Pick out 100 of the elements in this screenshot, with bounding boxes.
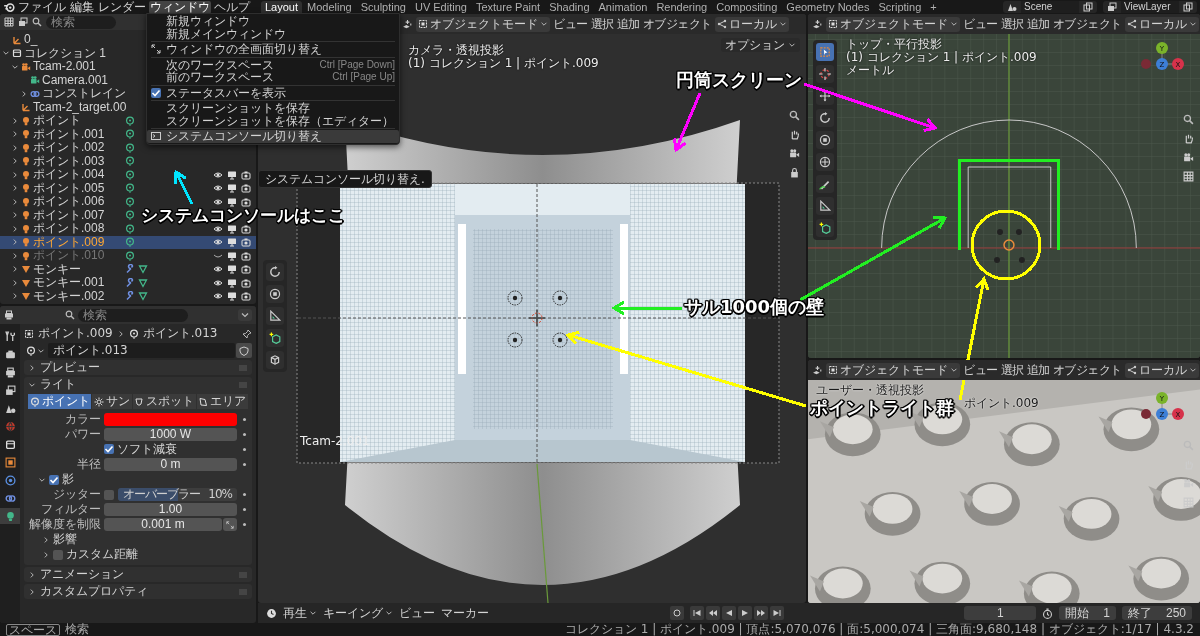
wrench-icon[interactable] xyxy=(125,277,135,288)
menu-item[interactable]: 選択 xyxy=(1000,16,1024,32)
number-field[interactable]: 0 m xyxy=(104,458,237,471)
image-icon[interactable] xyxy=(18,17,28,27)
keyframe-dot[interactable] xyxy=(242,433,246,436)
checkbox[interactable] xyxy=(104,489,114,500)
options-dropdown[interactable]: オプション xyxy=(721,38,800,52)
monitor-icon[interactable] xyxy=(227,196,237,207)
copy-icon[interactable] xyxy=(1183,2,1193,12)
light-data-icon[interactable] xyxy=(125,223,135,234)
chevron-icon[interactable] xyxy=(42,535,50,544)
object-name[interactable]: ポイント.008 xyxy=(33,222,105,236)
menu-item[interactable]: ビュー xyxy=(399,605,435,621)
eye-icon[interactable] xyxy=(213,291,223,302)
light-type-tab[interactable]: エリア xyxy=(196,394,248,409)
object-name[interactable]: ポイント.009 xyxy=(33,235,105,249)
number-field[interactable]: 0.001 m xyxy=(104,518,222,531)
monitor-icon[interactable] xyxy=(227,250,237,261)
tool-button[interactable] xyxy=(266,351,284,369)
checkbox[interactable] xyxy=(104,444,114,455)
playback-button[interactable] xyxy=(769,606,784,620)
playback-button[interactable] xyxy=(721,606,736,620)
menu-entry[interactable]: スクリーンショットを保存（エディター） xyxy=(147,114,399,127)
menu-entry[interactable]: システムコンソール切り替え xyxy=(147,130,399,143)
end-frame-field[interactable]: 終了 250 xyxy=(1121,606,1192,620)
object-name[interactable]: 0_ xyxy=(24,33,38,47)
menu-entry[interactable]: 前のワークスペース Ctrl [Page Up] xyxy=(147,71,399,84)
keyframe-dot[interactable] xyxy=(242,418,246,421)
checkbox[interactable] xyxy=(49,474,59,485)
menu-entry[interactable]: 次のワークスペース Ctrl [Page Down] xyxy=(147,58,399,71)
eye-icon[interactable] xyxy=(213,237,223,248)
monitor-icon[interactable] xyxy=(227,237,237,248)
pivot-dropdown[interactable]: ローカル xyxy=(1124,16,1199,32)
editor-type-icon[interactable] xyxy=(4,310,14,320)
workspace-tab[interactable]: Modeling xyxy=(303,0,356,14)
monitor-icon[interactable] xyxy=(227,264,237,275)
logo-icon[interactable] xyxy=(3,1,15,13)
color-swatch[interactable] xyxy=(104,413,237,426)
tool-button[interactable] xyxy=(816,197,834,215)
chevron-icon[interactable] xyxy=(11,292,19,301)
workspace-tab[interactable]: Compositing xyxy=(712,0,782,14)
number-field[interactable]: 1.00 xyxy=(104,503,237,516)
menu-item[interactable]: レンダー xyxy=(97,0,147,14)
workspace-tab[interactable]: Shading xyxy=(545,0,594,14)
slider[interactable]: オーバーブラー 10% xyxy=(118,488,237,501)
light-data-icon[interactable] xyxy=(125,237,135,248)
object-name[interactable]: モンキー xyxy=(33,262,81,276)
light-data-icon[interactable] xyxy=(125,115,135,126)
keyframe-dot[interactable] xyxy=(242,523,246,526)
menu-item[interactable]: マーカー xyxy=(441,605,489,621)
chevron-icon[interactable] xyxy=(11,143,19,152)
eye-icon[interactable] xyxy=(213,223,223,234)
monitor-icon[interactable] xyxy=(227,291,237,302)
light-data-icon[interactable] xyxy=(125,169,135,180)
keyframe-dot[interactable] xyxy=(242,508,246,511)
dropdown-button[interactable] xyxy=(238,309,252,321)
tool-button[interactable] xyxy=(266,263,284,281)
workspace-tab[interactable]: Scripting xyxy=(874,0,926,14)
playback-button[interactable] xyxy=(705,606,720,620)
menu-entry[interactable]: スクリーンショットを保存 xyxy=(147,102,399,115)
menu-item[interactable]: 編集 xyxy=(69,0,95,14)
pivot-dropdown[interactable]: ローカル xyxy=(1124,362,1199,378)
chevron-icon[interactable] xyxy=(11,116,19,125)
keyframe-dot[interactable] xyxy=(242,463,246,466)
triangle-icon[interactable] xyxy=(138,291,148,302)
tool-button[interactable] xyxy=(266,285,284,303)
chevron-icon[interactable] xyxy=(11,197,19,206)
editor-type-icon[interactable] xyxy=(812,364,823,376)
light-data-icon[interactable] xyxy=(125,129,135,140)
mode-dropdown[interactable]: オブジェクトモード xyxy=(826,362,960,378)
object-name[interactable]: Tcam-2.001 xyxy=(33,60,96,74)
object-name[interactable]: コレクション 1 xyxy=(24,46,106,60)
eye-icon[interactable] xyxy=(213,264,223,275)
resize-button[interactable] xyxy=(223,518,237,531)
chevron-icon[interactable] xyxy=(11,130,19,139)
keyframe-dot[interactable] xyxy=(242,448,246,451)
search-field[interactable]: 検索 xyxy=(77,308,188,322)
wrench-icon[interactable] xyxy=(125,291,135,302)
menu-item[interactable]: キーイング xyxy=(323,605,393,621)
menu-item[interactable]: 追加 xyxy=(1026,362,1050,378)
object-name[interactable]: コンストレイン xyxy=(42,87,126,101)
object-name[interactable]: Tcam-2_target.00 xyxy=(33,100,127,114)
workspace-tab[interactable]: Layout xyxy=(261,0,303,14)
clock-icon[interactable] xyxy=(266,607,277,619)
add-workspace-button[interactable]: + xyxy=(926,0,941,14)
object-name[interactable]: ポイント xyxy=(33,114,81,128)
object-name[interactable]: ポイント.005 xyxy=(33,181,105,195)
chevron-icon[interactable] xyxy=(11,238,19,247)
tool-button[interactable] xyxy=(266,329,284,347)
menu-item[interactable]: オブジェクト xyxy=(1052,16,1122,32)
menu-item[interactable]: ファイル xyxy=(17,0,67,14)
menu-item[interactable]: 追加 xyxy=(1026,16,1050,32)
pivot-dropdown[interactable]: ローカル xyxy=(714,16,789,32)
mode-dropdown[interactable]: オブジェクトモード xyxy=(826,16,960,32)
chevron-icon[interactable] xyxy=(2,49,10,58)
chevron-icon[interactable] xyxy=(11,157,19,166)
light-type-tab[interactable]: ポイント xyxy=(28,394,92,409)
tool-button[interactable] xyxy=(816,219,834,237)
eye-icon[interactable] xyxy=(213,277,223,288)
chevron-icon[interactable] xyxy=(11,224,19,233)
